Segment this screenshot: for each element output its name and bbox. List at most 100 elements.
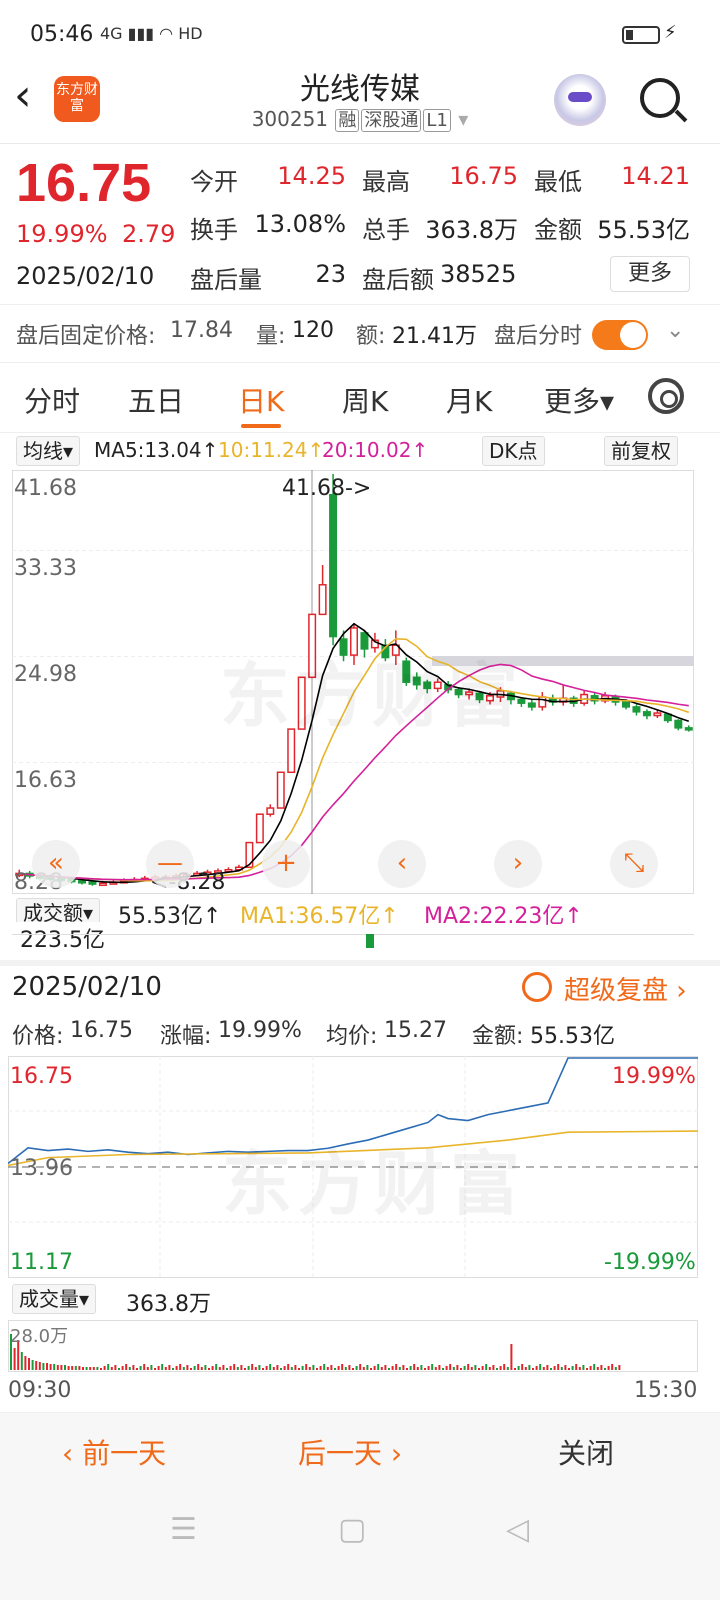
vol-bar: [128, 1367, 131, 1370]
vol-bar: [38, 1362, 41, 1370]
vol-bar: [114, 1365, 117, 1370]
vol-bar: [460, 1368, 462, 1370]
ma-selector[interactable]: 均线▾: [16, 436, 81, 466]
chevron-down-icon[interactable]: ⌄: [666, 318, 684, 343]
vol-bar: [150, 1365, 153, 1370]
vol-bar: [71, 1366, 74, 1370]
charging-icon: ⚡: [664, 22, 677, 43]
scroll-start-button[interactable]: «: [32, 840, 80, 888]
vol-bar: [384, 1365, 387, 1370]
intraday-y-mid: 13.96: [10, 1156, 73, 1181]
vol-bar: [100, 1368, 102, 1370]
tab-five-day[interactable]: 五日: [128, 380, 184, 420]
back-nav-icon[interactable]: ◁: [506, 1512, 529, 1547]
scroll-right-button[interactable]: ›: [494, 840, 542, 888]
vol-bar: [514, 1368, 516, 1370]
gear-icon[interactable]: [648, 378, 684, 414]
vol-bar: [488, 1367, 491, 1370]
after-amt-label: 额:: [356, 324, 386, 349]
vol-bar: [312, 1365, 315, 1370]
vol-bar: [442, 1368, 444, 1370]
vol-bar: [478, 1368, 480, 1370]
vol-bar: [568, 1368, 570, 1370]
vol-bar: [301, 1366, 304, 1370]
divider: [0, 362, 720, 363]
after-amount-value: 38525: [440, 260, 517, 288]
vol-bar: [229, 1366, 232, 1370]
adjust-button[interactable]: 前复权: [604, 436, 678, 466]
vol-bar: [24, 1356, 27, 1370]
vol-bar: [344, 1367, 347, 1370]
vol-bar: [571, 1366, 574, 1370]
watermark: 东方财富: [220, 655, 524, 737]
vol-bar: [186, 1365, 189, 1370]
vol-bar: [388, 1368, 390, 1370]
zoom-in-button[interactable]: +: [262, 840, 310, 888]
turnover-value: 13.08%: [254, 210, 346, 238]
tab-monthly-k[interactable]: 月K: [446, 380, 492, 420]
vol-bar: [326, 1367, 329, 1370]
search-icon[interactable]: [640, 78, 680, 118]
prev-day-button[interactable]: ‹ 前一天: [62, 1432, 166, 1472]
vol-bar: [517, 1366, 520, 1370]
dk-point-button[interactable]: DK点: [482, 436, 545, 466]
candle-body: [255, 813, 264, 844]
vol-bar: [524, 1367, 527, 1370]
menu-icon[interactable]: ☰: [170, 1512, 197, 1547]
vol-bar: [413, 1364, 416, 1370]
vol-bar: [528, 1365, 531, 1370]
vol-bar: [438, 1365, 441, 1370]
vol-bar: [449, 1364, 452, 1370]
vol-bar: [596, 1367, 599, 1370]
vol-bar: [391, 1366, 394, 1370]
detail-price-label: 价格:: [12, 1024, 64, 1049]
vol-bar: [398, 1367, 401, 1370]
vol-bar: [161, 1364, 164, 1370]
vol-bar: [406, 1368, 408, 1370]
assistant-avatar[interactable]: [554, 74, 606, 126]
status-time: 05:46: [30, 22, 94, 47]
vol-bar: [110, 1367, 113, 1370]
home-icon[interactable]: ▢: [338, 1512, 366, 1547]
vol-bar: [269, 1364, 272, 1370]
low-value: 14.21: [621, 162, 690, 190]
vol-bar: [427, 1366, 430, 1370]
ma20-value: 20:10.02↑: [322, 438, 429, 462]
vol-bar: [373, 1366, 376, 1370]
volume-value: 363.8万: [425, 216, 518, 244]
vol-bar: [499, 1366, 502, 1370]
open-label: 今开: [190, 168, 238, 196]
scroll-left-button[interactable]: ‹: [378, 840, 426, 888]
after-amt-value: 21.41万: [392, 324, 477, 349]
tab-daily-k[interactable]: 日K: [238, 380, 284, 420]
fullscreen-button[interactable]: ⤡: [610, 840, 658, 888]
tab-more[interactable]: 更多▾: [544, 380, 614, 420]
candle-body: [98, 882, 107, 887]
zoom-out-button[interactable]: —: [146, 840, 194, 888]
candle-body: [329, 493, 338, 638]
vol-bar: [236, 1367, 239, 1370]
amount-value: 55.53亿: [597, 216, 690, 244]
last-price: 16.75: [16, 153, 152, 213]
vol-bar: [485, 1364, 488, 1370]
next-day-button[interactable]: 后一天 ›: [298, 1432, 402, 1472]
vol-bar: [553, 1366, 556, 1370]
after-qty-value: 120: [292, 318, 334, 343]
intraday-vol-selector[interactable]: 成交量▾: [12, 1284, 97, 1314]
tag-level: L1: [423, 109, 451, 132]
vol-frame: [8, 1320, 698, 1372]
stock-code-row[interactable]: 300251 融深股通 L1 ▾: [0, 106, 720, 132]
vol-bar: [546, 1365, 549, 1370]
vol-bar: [557, 1364, 560, 1370]
vol-value: 55.53亿↑: [118, 904, 222, 929]
vol-bar: [308, 1367, 311, 1370]
vol-bar: [416, 1367, 419, 1370]
after-qty-label: 量:: [256, 324, 286, 349]
super-replay-link[interactable]: 超级复盘 ›: [564, 970, 687, 1007]
tab-timeshare[interactable]: 分时: [24, 380, 80, 420]
after-hours-toggle[interactable]: [592, 320, 648, 350]
more-button[interactable]: 更多: [610, 256, 690, 292]
tab-weekly-k[interactable]: 周K: [342, 380, 388, 420]
close-button[interactable]: 关闭: [558, 1432, 614, 1472]
vol-bar: [600, 1365, 603, 1370]
